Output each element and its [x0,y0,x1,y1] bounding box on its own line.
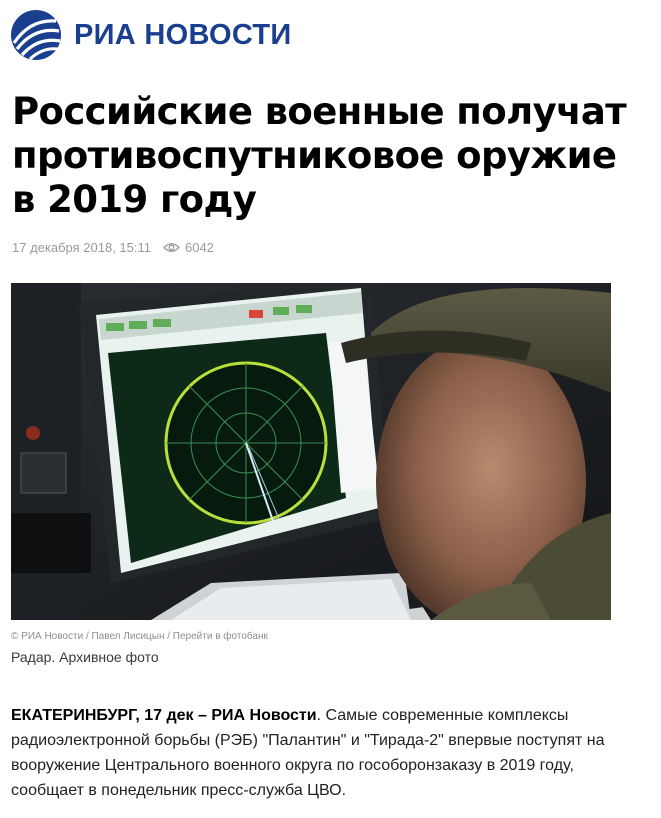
article-title: Российские военные получат противоспутни… [12,90,627,221]
article-lead: ЕКАТЕРИНБУРГ, 17 дек – РИА Новости. Самы… [11,703,611,803]
ria-globe-logo-icon [10,9,62,61]
article-meta: 17 декабря 2018, 15:11 6042 [12,240,214,255]
photo-credit[interactable]: © РИА Новости / Павел Лисицын / Перейти … [11,631,268,642]
eye-icon [163,243,180,252]
site-name: РИА НОВОСТИ [74,18,292,51]
views-counter: 6042 [163,240,214,255]
site-logo[interactable]: РИА НОВОСТИ [10,9,292,61]
article-dateline: ЕКАТЕРИНБУРГ, 17 дек – РИА Новости [11,707,317,724]
views-count: 6042 [184,240,214,255]
photo-caption: Радар. Архивное фото [11,649,159,665]
article-photo[interactable] [11,283,611,620]
publish-date: 17 декабря 2018, 15:11 [12,240,151,255]
